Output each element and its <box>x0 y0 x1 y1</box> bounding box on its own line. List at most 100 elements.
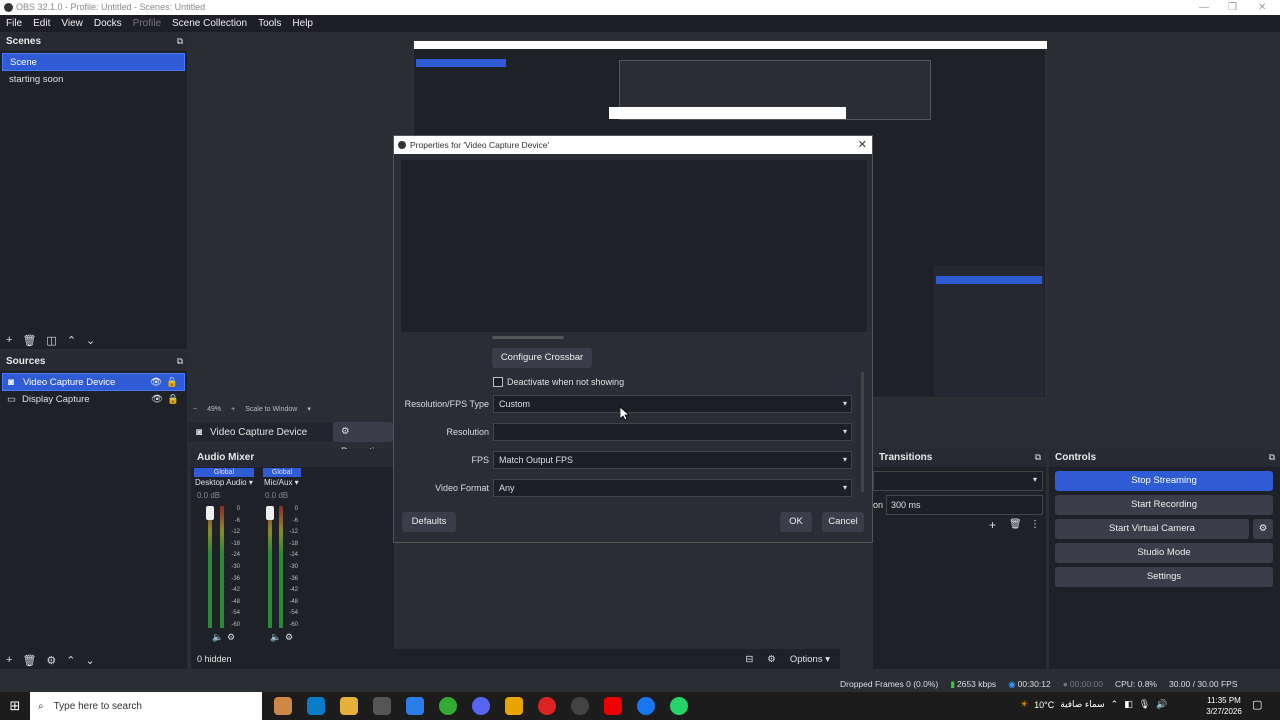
menu-tools[interactable]: Tools <box>258 18 281 29</box>
menu-help[interactable]: Help <box>292 18 313 29</box>
ok-button[interactable]: OK <box>780 512 812 532</box>
record-icon: ● <box>1062 679 1068 689</box>
move-down-icon[interactable]: ⌄ <box>86 654 95 667</box>
gear-icon: ⚙ <box>341 426 350 437</box>
speaker-icon[interactable]: 🔈 <box>270 632 281 643</box>
menu-scene-collection[interactable]: Scene Collection <box>172 18 247 29</box>
menu-edit[interactable]: Edit <box>33 18 50 29</box>
windows-start-icon[interactable]: ⊞ <box>0 698 30 714</box>
add-icon[interactable]: + <box>989 518 996 532</box>
scale-mode[interactable]: Scale to Window <box>245 406 297 413</box>
menu-profile[interactable]: Profile <box>133 18 161 29</box>
volume-icon[interactable]: 🔊 <box>1156 699 1167 710</box>
folder-icon[interactable] <box>340 697 358 715</box>
dock-float-icon[interactable]: ⧉ <box>1269 452 1275 463</box>
video-format-select[interactable]: Any ▾ <box>493 479 852 497</box>
move-up-icon[interactable]: ⌃ <box>67 334 76 347</box>
dock-float-icon[interactable]: ⧉ <box>1035 452 1041 463</box>
volume-slider[interactable] <box>206 506 214 520</box>
gear-icon[interactable]: ⚙ <box>1253 519 1273 539</box>
dialog-scrollbar[interactable] <box>861 372 864 492</box>
store-icon[interactable] <box>373 697 391 715</box>
filter-icon[interactable]: ◫ <box>46 334 56 347</box>
trash-icon[interactable]: 🗑 <box>22 654 36 667</box>
network-icon[interactable]: ◧ <box>1124 699 1133 710</box>
transition-select[interactable]: ▾ <box>873 471 1043 491</box>
scene-item[interactable]: Scene <box>2 53 185 71</box>
clock-date: 3/27/2026 <box>1206 707 1242 716</box>
add-icon[interactable]: + <box>6 334 12 346</box>
close-icon[interactable]: ✕ <box>1258 0 1266 15</box>
facebook-icon[interactable] <box>637 697 655 715</box>
gear-icon[interactable]: ⚙ <box>46 654 56 667</box>
configure-crossbar-button[interactable]: Configure Crossbar <box>492 348 592 368</box>
resolution-fps-type-select[interactable]: Custom ▾ <box>493 395 852 413</box>
channel-name[interactable]: Desktop Audio ▾ <box>195 478 253 487</box>
obs-icon[interactable] <box>571 697 589 715</box>
close-icon[interactable]: ✕ <box>858 136 867 154</box>
menu-docks[interactable]: Docks <box>94 18 122 29</box>
whatsapp-icon[interactable] <box>670 697 688 715</box>
defaults-button[interactable]: Defaults <box>402 512 456 532</box>
system-tray: ☀ 10°C سماء صافية ⌃ ◧ 🎙 🔊 <box>1020 699 1167 710</box>
zoom-out-icon[interactable]: − <box>193 406 197 413</box>
mail-icon[interactable] <box>406 697 424 715</box>
source-item[interactable]: ▭ Display Capture 👁 🔒 <box>2 391 185 409</box>
app-icon[interactable] <box>505 697 523 715</box>
chevron-up-icon[interactable]: ⌃ <box>1111 699 1119 710</box>
start-virtual-camera-button[interactable]: Start Virtual Camera <box>1055 519 1249 539</box>
lock-icon[interactable]: 🔒 <box>167 391 179 409</box>
zoom-in-icon[interactable]: + <box>231 406 235 413</box>
menu-view[interactable]: View <box>61 18 83 29</box>
cancel-button[interactable]: Cancel <box>822 512 864 532</box>
duration-label: on <box>873 500 884 510</box>
zoom-level: 49% <box>207 405 222 413</box>
volume-slider[interactable] <box>266 506 274 520</box>
start-recording-button[interactable]: Start Recording <box>1055 495 1273 515</box>
gear-icon[interactable]: ⚙ <box>285 632 293 643</box>
meter-scale: 0 -6 -12 -18 -24 -30 -36 -42 -48 -54 -60 <box>231 506 240 628</box>
scrollbar[interactable] <box>492 336 564 339</box>
duration-input[interactable]: 300 ms <box>886 495 1043 515</box>
dock-float-icon[interactable]: ⧉ <box>177 356 183 367</box>
notification-icon[interactable]: ▢ <box>1252 698 1262 711</box>
chrome-icon[interactable] <box>439 697 457 715</box>
trash-icon[interactable]: 🗑 <box>1009 519 1022 530</box>
maximize-icon[interactable]: ❐ <box>1228 0 1237 15</box>
microphone-icon[interactable]: 🎙 <box>1139 699 1150 710</box>
discord-icon[interactable] <box>472 697 490 715</box>
dock-float-icon[interactable]: ⧉ <box>177 36 183 47</box>
resolution-select[interactable]: ▾ <box>493 423 852 441</box>
move-up-icon[interactable]: ⌃ <box>66 654 75 667</box>
layout-icon[interactable]: ⊟ <box>745 654 753 665</box>
deactivate-checkbox[interactable] <box>493 377 503 387</box>
more-icon[interactable]: ⋮ <box>1030 519 1040 530</box>
settings-button[interactable]: Settings <box>1055 567 1273 587</box>
menu-file[interactable]: File <box>6 18 22 29</box>
eye-icon[interactable]: 👁 <box>151 391 163 409</box>
studio-mode-button[interactable]: Studio Mode <box>1055 543 1273 563</box>
minimize-icon[interactable]: — <box>1199 0 1209 15</box>
copilot-icon[interactable] <box>274 697 292 715</box>
fps-select[interactable]: Match Output FPS ▾ <box>493 451 852 469</box>
properties-button[interactable]: ⚙ Properties <box>333 422 393 457</box>
edge-icon[interactable] <box>307 697 325 715</box>
speaker-icon[interactable]: 🔈 <box>212 632 223 643</box>
stop-streaming-button[interactable]: Stop Streaming <box>1055 471 1273 491</box>
add-icon[interactable]: + <box>6 654 12 666</box>
scene-item[interactable]: starting soon <box>2 71 185 89</box>
trash-icon[interactable]: 🗑 <box>22 334 36 347</box>
clock[interactable]: 11:35 PM 3/27/2026 <box>1206 695 1242 717</box>
search-box[interactable]: ⌕ Type here to search <box>30 692 262 720</box>
move-down-icon[interactable]: ⌄ <box>86 334 95 347</box>
gear-icon[interactable]: ⚙ <box>767 654 776 665</box>
lock-icon[interactable]: 🔒 <box>166 374 178 392</box>
options-menu[interactable]: Options ▾ <box>790 654 830 665</box>
youtube-icon[interactable] <box>604 697 622 715</box>
gear-icon[interactable]: ⚙ <box>227 632 235 643</box>
eye-icon[interactable]: 👁 <box>150 374 162 392</box>
opera-icon[interactable] <box>538 697 556 715</box>
chevron-down-icon[interactable]: ▾ <box>307 405 311 413</box>
source-item[interactable]: ◙ Video Capture Device 👁 🔒 <box>2 373 185 391</box>
channel-name[interactable]: Mic/Aux ▾ <box>264 478 299 487</box>
